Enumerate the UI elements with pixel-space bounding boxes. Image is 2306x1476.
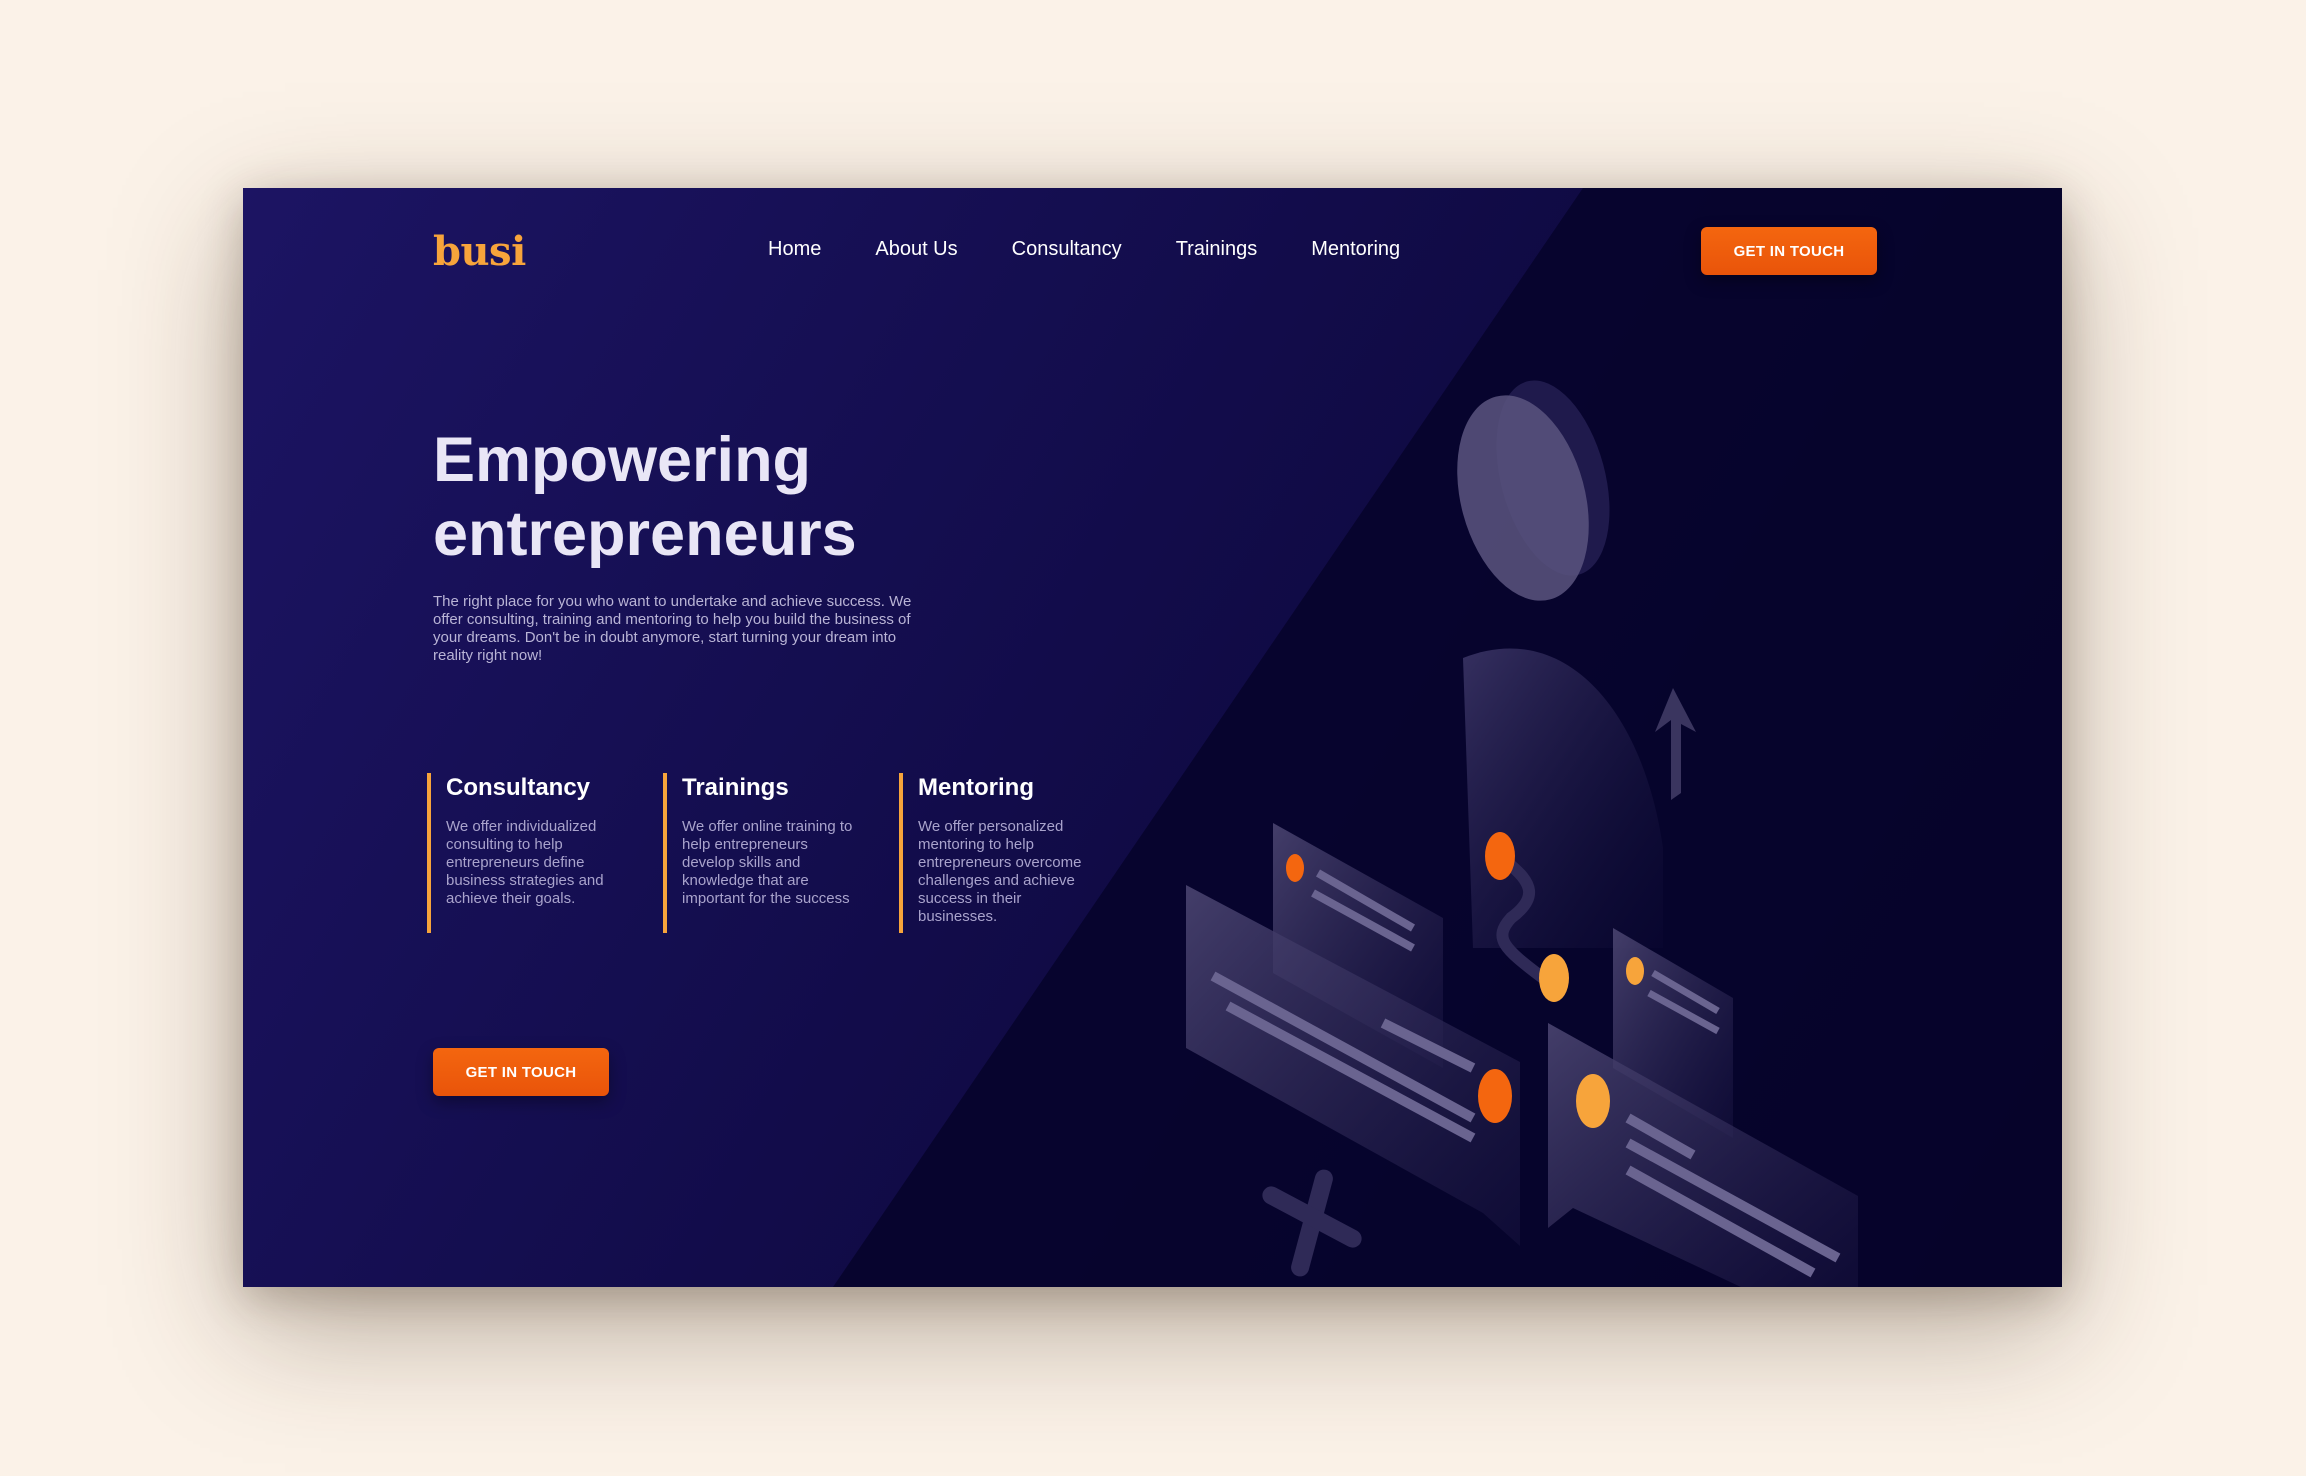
person-figure	[1457, 380, 1663, 948]
nav-item-about-us[interactable]: About Us	[875, 238, 957, 261]
nav-item-home[interactable]: Home	[768, 238, 821, 261]
feature-text: We offer online training to help entrepr…	[682, 818, 853, 907]
feature-trainings: Trainings We offer online training to he…	[663, 773, 858, 933]
main-nav: Home About Us Consultancy Trainings Ment…	[768, 238, 1400, 261]
hero-title-line-1: Empowering	[433, 425, 812, 495]
plus-icon	[1262, 1169, 1362, 1277]
feature-mentoring: Mentoring We offer personalized mentorin…	[899, 773, 1094, 933]
isometric-mentoring-illustration	[1186, 380, 1858, 1287]
feature-text: We offer individualized consulting to he…	[446, 818, 604, 907]
feature-title: Trainings	[682, 774, 789, 801]
arrow-up-icon	[1655, 688, 1696, 800]
nav-item-trainings[interactable]: Trainings	[1176, 238, 1258, 261]
brand-logo[interactable]: busi	[433, 228, 526, 275]
nav-item-consultancy[interactable]: Consultancy	[1012, 238, 1122, 261]
feature-title: Mentoring	[918, 774, 1034, 801]
landing-page-frame: busi Home About Us Consultancy Trainings…	[243, 188, 2062, 1287]
hero-get-in-touch-button[interactable]: GET IN TOUCH	[433, 1048, 609, 1096]
hero-title: Empowering entrepreneurs	[433, 423, 1033, 571]
feature-text: We offer personalized mentoring to help …	[918, 818, 1082, 925]
feature-consultancy: Consultancy We offer individualized cons…	[427, 773, 622, 933]
hero-title-line-2: entrepreneurs	[433, 499, 857, 569]
hero-description: The right place for you who want to unde…	[433, 593, 912, 664]
nav-item-mentoring[interactable]: Mentoring	[1311, 238, 1400, 261]
header-get-in-touch-button[interactable]: GET IN TOUCH	[1701, 227, 1877, 275]
feature-title: Consultancy	[446, 774, 591, 801]
